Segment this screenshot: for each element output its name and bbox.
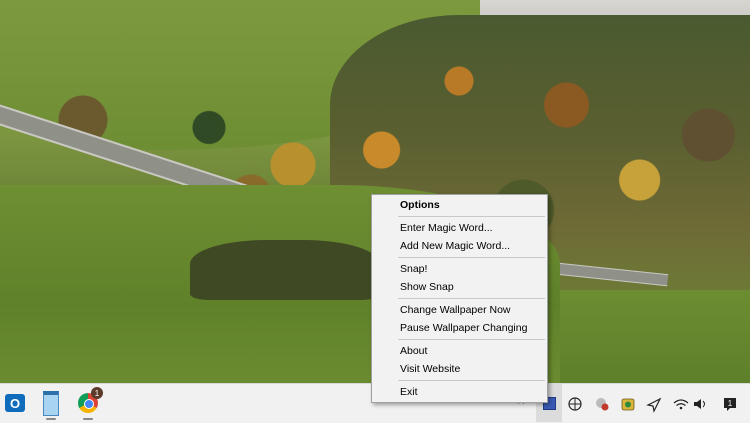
outlook-icon: O — [5, 394, 25, 412]
tray-context-menu: Options Enter Magic Word... Add New Magi… — [371, 194, 548, 403]
svg-text:1: 1 — [728, 399, 733, 408]
menu-item-enter-magic-word[interactable]: Enter Magic Word... — [400, 222, 493, 235]
security-icon[interactable] — [596, 398, 609, 411]
menu-item-change-wallpaper-now[interactable]: Change Wallpaper Now — [400, 304, 511, 317]
menu-item-show-snap[interactable]: Show Snap — [400, 281, 454, 294]
globe-icon[interactable] — [568, 397, 582, 411]
menu-item-snap[interactable]: Snap! — [400, 263, 427, 276]
menu-item-visit-website[interactable]: Visit Website — [400, 363, 460, 376]
system-tray-icons: 1 — [568, 397, 736, 413]
taskbar-app-chrome[interactable]: 1 — [75, 387, 103, 420]
menu-separator — [398, 298, 545, 299]
meadow — [560, 290, 750, 383]
volume-icon[interactable] — [694, 399, 705, 409]
menu-separator — [398, 339, 545, 340]
notepad-icon — [43, 390, 59, 416]
notification-badge: 1 — [91, 387, 103, 399]
running-indicator — [46, 418, 56, 420]
menu-item-add-new-magic-word[interactable]: Add New Magic Word... — [400, 240, 510, 253]
drive-lock-icon[interactable] — [621, 398, 635, 411]
location-icon[interactable] — [646, 397, 662, 413]
notification-icon[interactable]: 1 — [724, 398, 736, 411]
menu-item-about[interactable]: About — [400, 345, 427, 358]
menu-separator — [398, 257, 545, 258]
menu-item-exit[interactable]: Exit — [400, 386, 418, 399]
wifi-icon[interactable] — [673, 399, 689, 410]
taskbar-app-notepad[interactable] — [38, 390, 64, 420]
taskbar-app-outlook[interactable]: O — [2, 390, 28, 416]
menu-separator — [398, 216, 545, 217]
menu-item-pause-wallpaper-changing[interactable]: Pause Wallpaper Changing — [400, 322, 527, 335]
running-indicator — [83, 418, 93, 420]
menu-separator — [398, 380, 545, 381]
menu-title-options: Options — [400, 199, 440, 211]
shrubs — [190, 240, 380, 300]
